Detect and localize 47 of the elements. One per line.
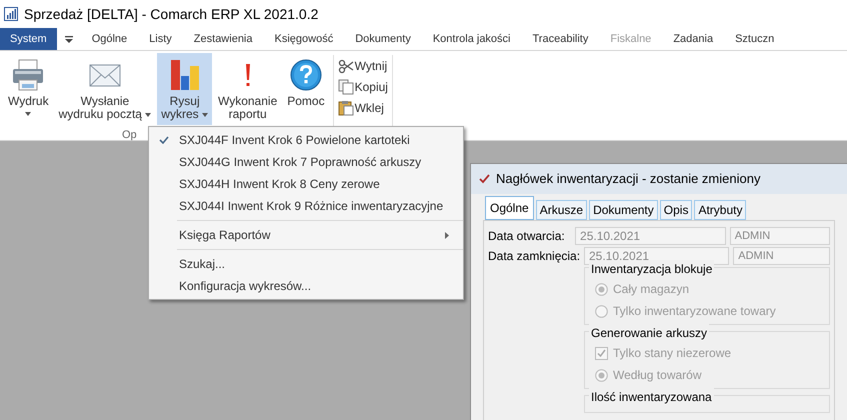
printer-icon xyxy=(11,58,46,92)
ribbon-button[interactable]: Wysłanie wydruku pocztą xyxy=(54,53,156,125)
ribbon-button[interactable]: Wykonanie raportu xyxy=(214,53,282,125)
group-title: Ilość inwentaryzowana xyxy=(589,388,714,406)
ribbon-tab[interactable]: Zadania xyxy=(662,28,724,50)
ribbon-tab[interactable]: Traceability xyxy=(522,28,600,50)
menu-item[interactable]: Szukaj... xyxy=(149,253,463,275)
menu-item[interactable]: Księga Raportów xyxy=(149,224,463,246)
app-icon xyxy=(4,7,18,21)
submenu-arrow-icon xyxy=(445,232,449,238)
help-icon xyxy=(288,58,323,92)
group-title: Inwentaryzacja blokuje xyxy=(589,260,714,278)
clipboard-button[interactable]: Wklej xyxy=(338,99,388,117)
clipboard-button[interactable]: Wytnij xyxy=(338,57,388,75)
copy-icon xyxy=(338,79,354,95)
group-label: Op xyxy=(122,128,137,143)
ribbon-button[interactable]: Rysuj wykres xyxy=(157,53,212,125)
group-title: Generowanie arkuszy xyxy=(589,324,710,342)
scissors-icon xyxy=(338,58,354,74)
ribbon-button[interactable]: Wydruk xyxy=(4,53,53,125)
menu-item[interactable]: SXJ044H Inwent Krok 8 Ceny zerowe xyxy=(149,173,463,195)
ribbon-tab[interactable]: Księgowość xyxy=(264,28,344,50)
menu-item[interactable]: Konfiguracja wykresów... xyxy=(149,275,463,297)
menu-item[interactable]: SXJ044G Inwent Krok 7 Poprawność arkuszy xyxy=(149,151,463,173)
ribbon-tab[interactable]: System xyxy=(0,28,57,50)
dialog-title: Nagłówek inwentaryzacji - zostanie zmieniony xyxy=(496,170,760,188)
paste-icon xyxy=(338,100,354,116)
menu-item[interactable]: SXJ044F Invent Krok 6 Powielone kartoteki xyxy=(149,129,463,151)
dialog-tab[interactable]: Ogólne xyxy=(485,196,534,220)
quick-access-menu-icon[interactable] xyxy=(64,36,73,42)
window-title: Sprzedaż [DELTA] - Comarch ERP XL 2021.0.2 xyxy=(24,4,318,24)
ribbon-tab[interactable]: Zestawienia xyxy=(182,28,264,50)
ribbon-tab[interactable]: Kontrola jakości xyxy=(422,28,522,50)
ribbon-tab[interactable]: Sztuczn xyxy=(724,28,786,50)
field-label: Data otwarcia: xyxy=(488,228,566,245)
ribbon-button[interactable]: Pomoc xyxy=(283,53,329,125)
ribbon-tab[interactable]: Dokumenty xyxy=(344,28,422,50)
menu-item[interactable]: SXJ044I Inwent Krok 9 Różnice inwentaryzacyjne xyxy=(149,195,463,217)
ribbon-tab[interactable]: Ogólne xyxy=(80,28,138,50)
clipboard-button[interactable]: Kopiuj xyxy=(338,78,388,96)
dialog-tab[interactable]: Dokumenty xyxy=(589,200,658,220)
dialog-tab[interactable]: Opis xyxy=(660,200,692,220)
dialog-tab[interactable]: Arkusze xyxy=(536,200,588,220)
dialog-tab[interactable]: Atrybuty xyxy=(694,200,746,220)
field-label: Data zamknięcia: xyxy=(488,248,580,265)
ribbon-tab[interactable]: Listy xyxy=(138,28,183,50)
checkmark-icon xyxy=(479,174,490,184)
